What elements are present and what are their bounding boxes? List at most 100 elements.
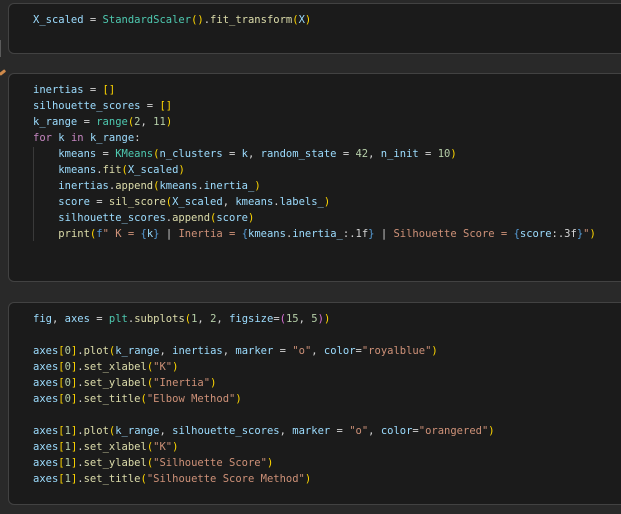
code-line: inertias.append(kmeans.inertia_): [33, 178, 621, 194]
token-var: axes: [33, 457, 59, 469]
token-str: "Silhouette Score Method": [146, 473, 305, 485]
token-var: k_range: [89, 132, 135, 144]
token-op: ,: [140, 116, 154, 128]
token-var: silhouette_scores: [58, 212, 166, 224]
token-var: score: [216, 212, 248, 224]
code-line: axes[0].set_title("Elbow Method"): [33, 391, 621, 407]
token-b1: ): [450, 148, 457, 160]
token-func: append: [115, 180, 154, 192]
token-func: set_title: [83, 473, 141, 485]
token-func: print: [58, 228, 90, 240]
token-op: :: [134, 132, 141, 144]
token-op: ,: [222, 196, 236, 208]
token-op: ,: [311, 345, 324, 357]
token-func: set_ylabel: [83, 457, 147, 469]
token-num: 42: [355, 148, 369, 160]
notebook-code-cell-2[interactable]: inertias = [] silhouette_scores = [] k_ran…: [8, 73, 621, 282]
code-line: axes[0].plot(k_range, inertias, marker =…: [33, 343, 621, 359]
token-func: fit: [102, 164, 122, 176]
token-func: set_title: [83, 393, 141, 405]
token-var: silhouette_scores: [33, 100, 141, 112]
token-op: ,: [159, 345, 173, 357]
code-line: inertias = []: [33, 82, 621, 98]
token-str: "royalblue": [361, 345, 432, 357]
code-line: fig, axes = plt.subplots(1, 2, figsize=(…: [33, 311, 621, 327]
token-func: set_xlabel: [83, 441, 147, 453]
token-func: subplots: [134, 313, 185, 325]
code-line: axes[1].plot(k_range, silhouette_scores,…: [33, 423, 621, 439]
token-op: =: [418, 148, 438, 160]
token-var: axes: [33, 345, 59, 357]
token-op: ,: [368, 148, 381, 160]
token-var: k_range: [33, 116, 78, 128]
code-line: score = sil_score(X_scaled, kmeans.label…: [33, 194, 621, 210]
token-str: "o": [349, 425, 369, 437]
token-b1: ): [247, 212, 255, 224]
token-str: "Silhouette Score": [153, 457, 267, 469]
token-func: plot: [83, 425, 109, 437]
token-str: "Elbow Method": [146, 393, 236, 405]
notebook-code-cell-1[interactable]: X_scaled = StandardScaler().fit_transfor…: [8, 3, 621, 54]
token-op: ,: [197, 313, 211, 325]
token-op: =: [77, 116, 97, 128]
token-str: "Inertia": [153, 377, 211, 389]
token-num: 15: [285, 313, 299, 325]
token-b1: ): [178, 164, 185, 176]
token-var: axes: [33, 473, 59, 485]
token-str: Inertia =: [172, 228, 242, 240]
token-var: fig: [33, 313, 52, 325]
token-op: =: [140, 100, 160, 112]
token-var: axes: [33, 361, 59, 373]
token-str: "orangered": [418, 425, 489, 437]
token-cls: range: [96, 116, 128, 128]
token-func: set_xlabel: [83, 361, 147, 373]
code-editor[interactable]: inertias = [] silhouette_scores = [] k_ran…: [9, 74, 621, 242]
token-func: fit_transform: [210, 14, 293, 26]
code-line: kmeans = KMeans(n_clusters = k, random_s…: [33, 146, 621, 162]
token-b1: ): [172, 441, 179, 453]
token-op: =: [89, 313, 109, 325]
token-var: kmeans: [58, 148, 97, 160]
token-plain: .1f: [349, 228, 369, 240]
code-editor[interactable]: X_scaled = StandardScaler().fit_transfor…: [9, 4, 621, 28]
code-line: axes[1].set_xlabel("K"): [33, 439, 621, 455]
token-b1: ): [172, 361, 179, 373]
code-line: X_scaled = StandardScaler().fit_transfor…: [33, 12, 621, 28]
token-var: kmeans: [58, 164, 97, 176]
notebook-code-cell-3[interactable]: fig, axes = plt.subplots(1, 2, figsize=(…: [8, 302, 621, 505]
token-var: X_scaled: [172, 196, 223, 208]
token-b1: ): [254, 180, 261, 192]
token-op: ,: [216, 313, 230, 325]
token-num: 11: [153, 116, 166, 128]
code-line: axes[0].set_xlabel("K"): [33, 359, 621, 375]
token-kw: in: [70, 132, 84, 144]
code-line: axes[1].set_title("Silhouette Score Meth…: [33, 471, 621, 487]
token-var: silhouette_scores: [172, 425, 280, 437]
left-edge-tick: [0, 40, 1, 57]
token-b1: ): [488, 425, 495, 437]
code-line: print(f" K = {k} | Inertia = {kmeans.ine…: [33, 226, 621, 242]
token-b1: ): [304, 14, 312, 26]
token-var: random_state: [260, 148, 337, 160]
token-b1: []: [102, 84, 116, 96]
token-var: axes: [33, 393, 59, 405]
token-var: score: [58, 196, 90, 208]
token-op: ,: [159, 425, 173, 437]
token-b1: ): [304, 473, 312, 485]
token-op: =: [222, 148, 242, 160]
token-var: inertias: [58, 180, 109, 192]
token-var: k_range: [115, 425, 160, 437]
code-line: kmeans.fit(X_scaled): [33, 162, 621, 178]
token-var: marker: [235, 345, 274, 357]
token-b1: ): [323, 196, 331, 208]
token-op: ,: [247, 148, 261, 160]
code-line: for k in k_range:: [33, 130, 621, 146]
token-var: color: [380, 425, 413, 437]
code-editor[interactable]: fig, axes = plt.subplots(1, 2, figsize=(…: [9, 303, 621, 487]
token-op: =: [273, 345, 293, 357]
token-var: X_scaled: [33, 14, 84, 26]
